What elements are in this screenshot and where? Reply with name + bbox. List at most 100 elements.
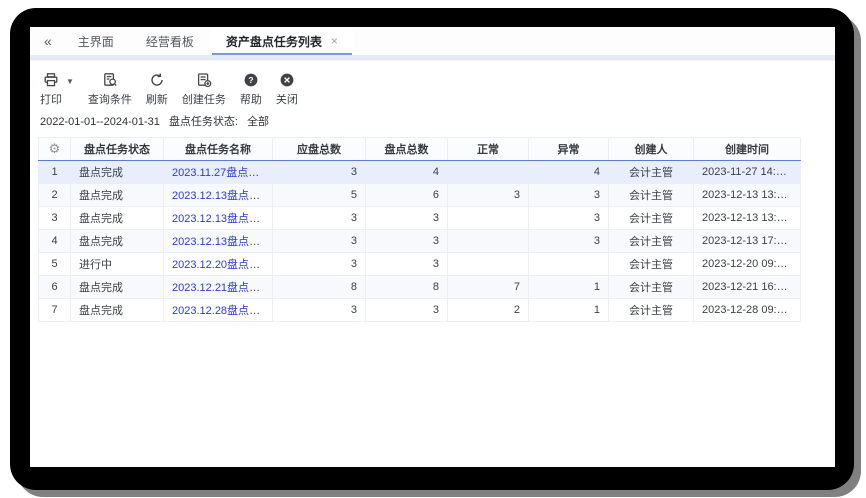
table-row[interactable]: 4盘点完成2023.12.13盘点任务3333会计主管2023-12-13 17… — [39, 230, 801, 253]
counted-total-cell: 4 — [366, 161, 448, 184]
counted-total-cell: 3 — [366, 230, 448, 253]
refresh-icon — [149, 72, 165, 88]
table-row[interactable]: 1盘点完成2023.11.27盘点任务1344会计主管2023-11-27 14… — [39, 161, 801, 184]
creator-cell: 会计主管 — [609, 299, 694, 322]
creator-cell: 会计主管 — [609, 207, 694, 230]
counted-total-cell: 3 — [366, 299, 448, 322]
col-header-normal: 正常 — [448, 138, 529, 161]
counted-total-cell: 3 — [366, 207, 448, 230]
task-table-container: ⚙ 盘点任务状态 盘点任务名称 应盘总数 盘点总数 正常 异常 创建人 创建时间… — [38, 137, 801, 322]
task-link[interactable]: 2023.12.13盘点任务2 — [172, 213, 273, 225]
normal-count-cell — [448, 161, 529, 184]
query-conditions-icon — [102, 72, 118, 88]
created-time-cell: 2023-12-21 16:32:50 — [694, 276, 801, 299]
expected-total-cell: 8 — [273, 276, 366, 299]
table-row[interactable]: 5进行中2023.12.20盘点任务133会计主管2023-12-20 09:2… — [39, 253, 801, 276]
task-name-cell: 2023.12.13盘点任务1 — [164, 184, 273, 207]
filter-date-range: 2022-01-01--2024-01-31 — [40, 116, 160, 128]
status-cell: 盘点完成 — [71, 276, 164, 299]
created-time-cell: 2023-11-27 14:03:39 — [694, 161, 801, 184]
normal-count-cell: 3 — [448, 184, 529, 207]
help-button[interactable]: ? 帮助 — [240, 72, 262, 107]
print-dropdown-icon[interactable]: ▼ — [66, 77, 74, 86]
close-button[interactable]: 关闭 — [276, 72, 298, 107]
create-task-label: 创建任务 — [182, 91, 226, 107]
abnormal-count-cell: 4 — [529, 161, 609, 184]
expected-total-cell: 3 — [273, 299, 366, 322]
task-link[interactable]: 2023.12.13盘点任务1 — [172, 190, 273, 202]
help-label: 帮助 — [240, 91, 262, 107]
created-time-cell: 2023-12-28 09:58:36 — [694, 299, 801, 322]
tab-bar: « 主界面 经营看板 资产盘点任务列表 × — [30, 27, 835, 55]
row-number-cell: 6 — [39, 276, 71, 299]
tab-label: 资产盘点任务列表 — [226, 33, 322, 50]
expected-total-cell: 3 — [273, 253, 366, 276]
tab-label: 经营看板 — [146, 33, 194, 50]
create-task-button[interactable]: 创建任务 — [182, 72, 226, 107]
task-name-cell: 2023.12.28盘点任务1 — [164, 299, 273, 322]
filter-status-label: 盘点任务状态: — [169, 116, 238, 128]
task-name-cell: 2023.12.13盘点任务3 — [164, 230, 273, 253]
task-link[interactable]: 2023.12.21盘点任务1 — [172, 282, 273, 294]
expected-total-cell: 3 — [273, 207, 366, 230]
table-row[interactable]: 6盘点完成2023.12.21盘点任务18871会计主管2023-12-21 1… — [39, 276, 801, 299]
column-settings-cell: ⚙ — [39, 138, 71, 161]
column-settings-icon[interactable]: ⚙ — [49, 141, 61, 156]
row-number-cell: 5 — [39, 253, 71, 276]
row-number-cell: 3 — [39, 207, 71, 230]
creator-cell: 会计主管 — [609, 230, 694, 253]
filter-summary: 2022-01-01--2024-01-31 盘点任务状态: 全部 — [40, 113, 275, 129]
task-name-cell: 2023.11.27盘点任务1 — [164, 161, 273, 184]
print-button[interactable]: 打印 — [40, 72, 62, 107]
tab-main-screen[interactable]: 主界面 — [62, 27, 130, 55]
refresh-label: 刷新 — [146, 91, 168, 107]
task-link[interactable]: 2023.12.20盘点任务1 — [172, 259, 273, 271]
col-header-status: 盘点任务状态 — [71, 138, 164, 161]
creator-cell: 会计主管 — [609, 253, 694, 276]
task-link[interactable]: 2023.12.13盘点任务3 — [172, 236, 273, 248]
tab-business-dashboard[interactable]: 经营看板 — [130, 27, 210, 55]
collapse-tabs-button[interactable]: « — [30, 27, 62, 55]
print-button-label: 打印 — [40, 91, 62, 107]
status-cell: 盘点完成 — [71, 207, 164, 230]
query-conditions-button[interactable]: 查询条件 — [88, 72, 132, 107]
creator-cell: 会计主管 — [609, 184, 694, 207]
counted-total-cell: 8 — [366, 276, 448, 299]
task-name-cell: 2023.12.20盘点任务1 — [164, 253, 273, 276]
toolbar: 打印 ▼ 查询条件 — [40, 72, 298, 107]
table-header-row: ⚙ 盘点任务状态 盘点任务名称 应盘总数 盘点总数 正常 异常 创建人 创建时间 — [39, 138, 801, 161]
status-cell: 进行中 — [71, 253, 164, 276]
row-number-cell: 2 — [39, 184, 71, 207]
filter-status-value: 全部 — [247, 116, 269, 128]
abnormal-count-cell: 1 — [529, 276, 609, 299]
printer-icon — [43, 72, 59, 88]
col-header-counted-total: 盘点总数 — [366, 138, 448, 161]
col-header-creator: 创建人 — [609, 138, 694, 161]
status-cell: 盘点完成 — [71, 230, 164, 253]
task-link[interactable]: 2023.12.28盘点任务1 — [172, 305, 273, 317]
counted-total-cell: 3 — [366, 253, 448, 276]
close-icon — [279, 72, 295, 88]
table-row[interactable]: 7盘点完成2023.12.28盘点任务13321会计主管2023-12-28 0… — [39, 299, 801, 322]
col-header-task-name: 盘点任务名称 — [164, 138, 273, 161]
task-link[interactable]: 2023.11.27盘点任务1 — [172, 167, 273, 179]
expected-total-cell: 3 — [273, 230, 366, 253]
col-header-abnormal: 异常 — [529, 138, 609, 161]
created-time-cell: 2023-12-13 13:39:41 — [694, 207, 801, 230]
close-label: 关闭 — [276, 91, 298, 107]
normal-count-cell — [448, 207, 529, 230]
created-time-cell: 2023-12-13 13:33:55 — [694, 184, 801, 207]
help-icon: ? — [243, 72, 259, 88]
table-row[interactable]: 3盘点完成2023.12.13盘点任务2333会计主管2023-12-13 13… — [39, 207, 801, 230]
table-row[interactable]: 2盘点完成2023.12.13盘点任务15633会计主管2023-12-13 1… — [39, 184, 801, 207]
row-number-cell: 4 — [39, 230, 71, 253]
tab-asset-inventory-task-list[interactable]: 资产盘点任务列表 × — [210, 27, 354, 55]
app-window: « 主界面 经营看板 资产盘点任务列表 × — [30, 27, 835, 467]
refresh-button[interactable]: 刷新 — [146, 72, 168, 107]
close-tab-icon[interactable]: × — [331, 34, 338, 48]
row-number-cell: 1 — [39, 161, 71, 184]
creator-cell: 会计主管 — [609, 276, 694, 299]
status-cell: 盘点完成 — [71, 184, 164, 207]
svg-text:?: ? — [248, 75, 253, 85]
tab-label: 主界面 — [78, 33, 114, 50]
